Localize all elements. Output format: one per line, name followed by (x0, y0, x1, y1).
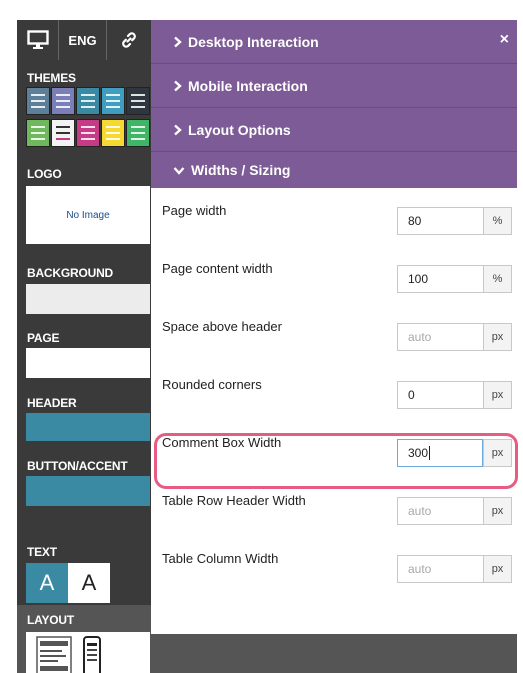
setting-label: Table Column Width (162, 551, 279, 566)
theme-swatch-8[interactable] (76, 119, 100, 147)
setting-row-table-column-width: Table Column Width auto px (151, 536, 517, 596)
theme-swatch-2[interactable] (51, 87, 75, 115)
link-button[interactable] (107, 20, 151, 60)
text-label: TEXT (27, 545, 57, 559)
chevron-right-icon (174, 36, 182, 47)
mobile-layout-icon[interactable] (83, 636, 101, 673)
table-column-width-input[interactable]: auto (397, 555, 483, 583)
setting-label: Table Row Header Width (162, 493, 306, 508)
accent-label: BUTTON/ACCENT (27, 459, 128, 473)
background-label: BACKGROUND (27, 266, 113, 280)
theme-swatch-5[interactable] (126, 87, 150, 115)
section-mobile-interaction[interactable]: Mobile Interaction (151, 64, 517, 107)
highlight-annotation (154, 433, 518, 489)
text-style-light[interactable]: A (68, 563, 110, 603)
desktop-layout-icon[interactable] (36, 636, 72, 673)
sidebar: ENG THEMES LOGO No Image BACKGROUND PAGE (17, 20, 151, 673)
setting-row-page-content-width: Page content width 100 % (151, 246, 517, 306)
chevron-right-icon (174, 124, 182, 135)
theme-swatch-9[interactable] (101, 119, 125, 147)
text-style-dark[interactable]: A (26, 563, 68, 603)
settings-panel: Desktop Interaction × Mobile Interaction… (151, 20, 517, 673)
page-color-swatch[interactable] (26, 348, 150, 378)
theme-swatch-1[interactable] (26, 87, 50, 115)
section-desktop-interaction[interactable]: Desktop Interaction × (151, 20, 517, 63)
section-label: Widths / Sizing (191, 162, 291, 178)
layout-options (26, 632, 150, 673)
theme-swatch-7[interactable] (51, 119, 75, 147)
background-color-swatch[interactable] (26, 284, 150, 314)
space-above-header-input[interactable]: auto (397, 323, 483, 351)
themes-label: THEMES (27, 71, 76, 85)
monitor-icon (26, 30, 49, 49)
setting-label: Space above header (162, 319, 282, 334)
theme-swatch-4[interactable] (101, 87, 125, 115)
close-icon[interactable]: × (500, 31, 509, 49)
setting-row-page-width: Page width 80 % (151, 188, 517, 248)
themes-grid (26, 87, 150, 149)
theme-swatch-6[interactable] (26, 119, 50, 147)
section-layout-options[interactable]: Layout Options (151, 108, 517, 151)
widths-sizing-form: Page width 80 % Page content width 100 %… (151, 188, 517, 634)
chevron-down-icon (173, 166, 185, 175)
page-width-input[interactable]: 80 (397, 207, 483, 235)
theme-swatch-3[interactable] (76, 87, 100, 115)
sidebar-toolbar: ENG (17, 20, 151, 60)
page-content-width-input[interactable]: 100 (397, 265, 483, 293)
header-color-swatch[interactable] (26, 413, 150, 441)
section-label: Layout Options (188, 121, 291, 138)
unit-label: % (483, 207, 512, 235)
unit-label: px (483, 381, 512, 409)
setting-row-space-above-header: Space above header auto px (151, 304, 517, 364)
unit-label: px (483, 323, 512, 351)
layout-label: LAYOUT (27, 613, 75, 627)
unit-label: px (483, 497, 512, 525)
page-label: PAGE (27, 331, 60, 345)
language-button[interactable]: ENG (59, 20, 107, 60)
section-label: Desktop Interaction (188, 33, 319, 50)
theme-swatch-10[interactable] (126, 119, 150, 147)
setting-label: Rounded corners (162, 377, 262, 392)
setting-label: Page content width (162, 261, 273, 276)
logo-placeholder-text: No Image (66, 209, 110, 221)
section-widths-sizing[interactable]: Widths / Sizing (151, 152, 517, 188)
desktop-view-button[interactable] (17, 20, 59, 60)
logo-upload[interactable]: No Image (26, 186, 150, 244)
setting-row-rounded-corners: Rounded corners 0 px (151, 362, 517, 422)
rounded-corners-input[interactable]: 0 (397, 381, 483, 409)
header-label: HEADER (27, 396, 77, 410)
setting-label: Page width (162, 203, 227, 218)
unit-label: % (483, 265, 512, 293)
table-row-header-width-input[interactable]: auto (397, 497, 483, 525)
link-icon (122, 32, 136, 48)
logo-label: LOGO (27, 167, 62, 181)
text-style-options: A A (26, 563, 110, 603)
section-label: Mobile Interaction (188, 77, 308, 94)
unit-label: px (483, 555, 512, 583)
accent-color-swatch[interactable] (26, 476, 150, 506)
chevron-right-icon (174, 80, 182, 91)
